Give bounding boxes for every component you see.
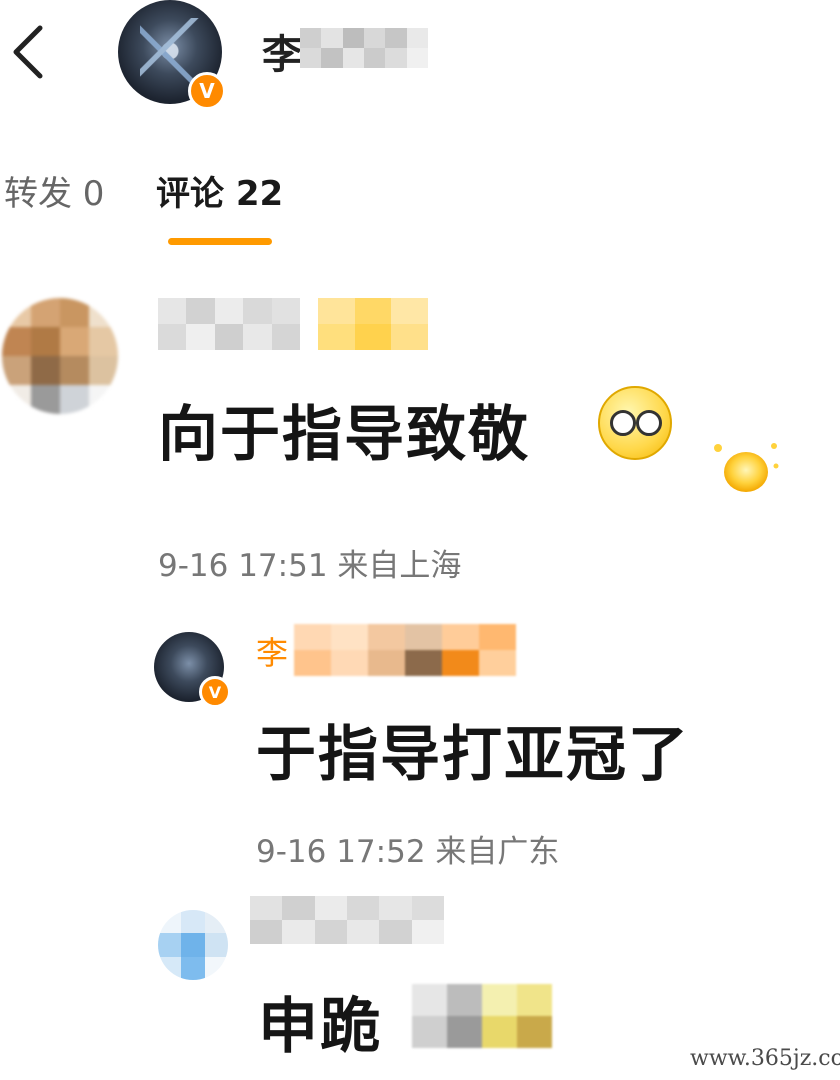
comment-timestamp-location: 9-16 17:51 来自上海: [158, 548, 462, 584]
redacted-comment-fragment: [412, 984, 552, 1048]
redacted-commenter-badge: [318, 298, 428, 350]
redacted-reply-author-name: [294, 624, 516, 676]
avatar-image: [140, 18, 200, 84]
watermark: www.365jz.com: [690, 1046, 840, 1071]
redacted-name-mosaic: [300, 28, 428, 68]
active-tab-indicator: [168, 238, 272, 245]
verified-badge-icon: V: [199, 676, 231, 708]
chevron-left-icon[interactable]: [8, 22, 48, 82]
redacted-commenter-name[interactable]: [158, 298, 300, 350]
redacted-commenter-name[interactable]: [250, 896, 444, 944]
comment-text: 申跪: [258, 992, 382, 1062]
tab-forwards[interactable]: 转发 0: [4, 166, 104, 215]
comment-text: 向于指导致敬: [158, 400, 530, 470]
commenter-avatar[interactable]: [158, 910, 228, 980]
reply-text: 于指导打亚冠了: [256, 720, 690, 790]
reply-author-name[interactable]: 李: [256, 628, 288, 674]
like-sparkle-icon[interactable]: [710, 440, 782, 498]
face-with-glasses-emoji-icon: [598, 386, 672, 460]
verified-badge-icon: V: [188, 72, 226, 110]
reply-timestamp-location: 9-16 17:52 来自广东: [256, 834, 560, 870]
header-author-name[interactable]: 李: [262, 22, 302, 80]
commenter-avatar[interactable]: [2, 298, 118, 414]
tab-comments[interactable]: 评论 22: [156, 166, 283, 215]
